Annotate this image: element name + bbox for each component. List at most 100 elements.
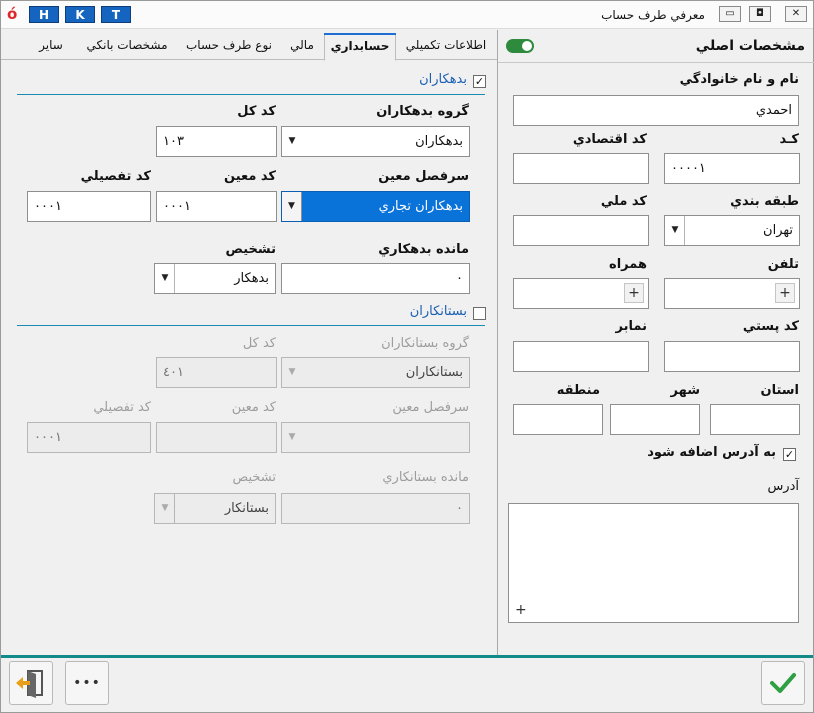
exit-door-icon: [16, 670, 43, 698]
phone-label: تلفن: [767, 257, 799, 272]
chevron-down-icon: ▼: [161, 503, 169, 513]
add-address-icon[interactable]: +: [515, 602, 527, 618]
class-select[interactable]: تهران ▼: [664, 215, 800, 246]
debtors-sarfasl-value: بدهكاران تجاري: [378, 199, 463, 214]
creditors-sarfasl-select: ▼: [281, 422, 470, 453]
name-label: نام و نام خانوادگي: [679, 72, 799, 87]
checkmark-icon: [770, 673, 796, 693]
phone-field[interactable]: +: [664, 278, 800, 309]
debtors-moein-field[interactable]: ٠٠٠١: [156, 191, 277, 222]
chevron-down-icon[interactable]: ▼: [665, 216, 685, 245]
code-field[interactable]: ٠٠٠٠١: [664, 153, 800, 184]
debtors-checkbox[interactable]: ✓: [473, 75, 486, 88]
postal-code-field[interactable]: [664, 341, 800, 372]
region-label: منطقه: [556, 383, 600, 398]
mobile-field[interactable]: +: [513, 278, 649, 309]
creditors-moein-field: [156, 422, 277, 453]
debtors-group-label: گروه بدهكاران: [376, 104, 469, 119]
code-label: كـد: [779, 132, 799, 147]
creditors-divider: [17, 325, 485, 326]
creditors-tafsili-field: ٠٠٠١: [27, 422, 151, 453]
t-button[interactable]: T: [101, 6, 131, 23]
app-logo-icon: ó: [7, 5, 18, 23]
add-mobile-button[interactable]: +: [624, 283, 644, 303]
region-field[interactable]: [513, 404, 603, 435]
tab-party-type[interactable]: نوع طرف حساب: [181, 33, 277, 59]
tab-bank-details[interactable]: مشخصات بانكي: [77, 33, 177, 59]
creditors-sarfasl-label: سرفصل معين: [392, 400, 469, 415]
creditors-group-select: بستانكاران ▼: [281, 357, 470, 388]
national-code-field[interactable]: [513, 215, 649, 246]
exit-button[interactable]: [9, 661, 53, 705]
add-to-address-checkbox[interactable]: ✓: [783, 448, 796, 461]
creditors-moein-label: كد معين: [231, 400, 276, 415]
debtors-tashkhis-select[interactable]: بدهكار ▼: [154, 263, 276, 294]
fax-label: نمابر: [615, 319, 647, 334]
creditors-tashkhis-label: تشخيص: [232, 470, 276, 485]
chevron-down-icon: ▼: [288, 367, 296, 377]
main-details-panel: مشخصات اصلي نام و نام خانوادگي احمدي كـد…: [497, 30, 814, 655]
active-toggle[interactable]: [506, 39, 534, 53]
toggle-knob: [522, 41, 532, 51]
debtors-kol-field[interactable]: ١٠٣: [156, 126, 277, 157]
tab-accounting-label: حسابداري: [330, 39, 390, 53]
chevron-down-icon[interactable]: ▼: [282, 127, 302, 156]
tab-panel: اطلاعات تكميلي حسابداري مالي نوع طرف حسا…: [1, 30, 497, 655]
tab-financial[interactable]: مالي: [283, 33, 321, 59]
creditors-checkbox[interactable]: [473, 307, 486, 320]
tab-other[interactable]: ساير: [31, 33, 71, 59]
debtors-divider: [17, 94, 485, 95]
dialog-window: ó H K T معرفي طرف حساب ▭ ◘ ✕ اطلاعات تكم…: [0, 0, 814, 713]
add-phone-button[interactable]: +: [775, 283, 795, 303]
debtors-group-value: بدهكاران: [415, 134, 463, 149]
creditors-kol-label: كد كل: [242, 336, 276, 351]
province-field[interactable]: [710, 404, 800, 435]
creditors-tashkhis-value: بستانكار: [224, 501, 269, 516]
debtors-tashkhis-value: بدهكار: [234, 271, 269, 286]
name-field[interactable]: احمدي: [513, 95, 799, 126]
add-to-address-label: به آدرس اضافه شود: [647, 445, 776, 460]
address-label: آدرس: [767, 479, 799, 494]
close-icon[interactable]: ✕: [785, 6, 807, 22]
eco-code-label: كد اقتصادي: [572, 132, 647, 147]
mobile-label: همراه: [609, 257, 647, 272]
debtors-sarfasl-label: سرفصل معين: [378, 169, 469, 184]
chevron-down-icon[interactable]: ▼: [282, 192, 302, 221]
postal-code-label: كد پستي: [742, 319, 799, 334]
address-textarea[interactable]: +: [508, 503, 799, 623]
class-value: تهران: [763, 223, 793, 238]
national-code-label: كد ملي: [600, 194, 647, 209]
k-button[interactable]: K: [65, 6, 95, 23]
creditors-tashkhis-select: بستانكار ▼: [154, 493, 276, 524]
active-tab-indicator: [324, 33, 396, 35]
debtors-tashkhis-label: تشخيص: [225, 242, 276, 257]
more-options-button[interactable]: •••: [65, 661, 109, 705]
class-label: طبقه بندي: [730, 194, 799, 209]
window-title: معرفي طرف حساب: [601, 8, 705, 22]
footer-bar: •••: [1, 658, 813, 712]
debtors-group-select[interactable]: بدهكاران ▼: [281, 126, 470, 157]
tab-bar: اطلاعات تكميلي حسابداري مالي نوع طرف حسا…: [1, 30, 497, 61]
city-field[interactable]: [610, 404, 700, 435]
debtors-mande-field[interactable]: ٠: [281, 263, 470, 294]
creditors-kol-field: ٤٠١: [156, 357, 277, 388]
tab-accounting[interactable]: حسابداري: [324, 33, 396, 61]
h-button[interactable]: H: [29, 6, 59, 23]
creditors-section-title: بستانكاران: [409, 304, 467, 319]
fax-field[interactable]: [513, 341, 649, 372]
creditors-mande-field: ٠: [281, 493, 470, 524]
header-divider: [498, 62, 814, 63]
restore-icon[interactable]: ◘: [749, 6, 771, 22]
chevron-down-icon: ▼: [288, 432, 296, 442]
debtors-moein-label: كد معين: [224, 169, 276, 184]
debtors-tafsili-field[interactable]: ٠٠٠١: [27, 191, 151, 222]
minimize-icon[interactable]: ▭: [719, 6, 741, 22]
chevron-down-icon[interactable]: ▼: [155, 264, 175, 293]
title-bar: ó H K T معرفي طرف حساب ▭ ◘ ✕: [1, 1, 813, 29]
confirm-button[interactable]: [761, 661, 805, 705]
debtors-sarfasl-select[interactable]: بدهكاران تجاري ▼: [281, 191, 470, 222]
eco-code-field[interactable]: [513, 153, 649, 184]
tab-supplementary[interactable]: اطلاعات تكميلي: [399, 33, 493, 59]
debtors-kol-label: كد كل: [237, 104, 276, 119]
creditors-group-value: بستانكاران: [405, 365, 463, 380]
